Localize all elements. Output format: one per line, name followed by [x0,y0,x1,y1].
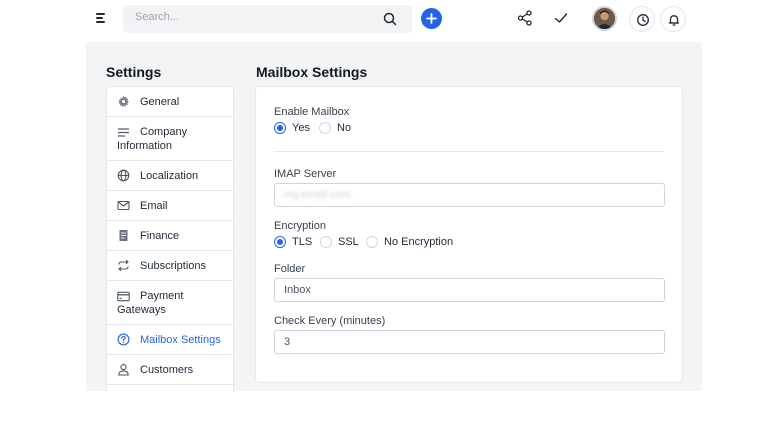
plus-icon [426,13,437,24]
sidebar-item-label-line2: Gateways [117,304,166,316]
sidebar-item-general[interactable]: General [107,87,233,117]
settings-sidebar: General Company Information Localization [106,86,234,392]
folder-label: Folder [274,263,306,275]
sidebar-item-label: Payment [140,290,184,302]
avatar[interactable] [592,6,617,31]
sidebar-item-label: Company [140,126,188,138]
settings-title: Settings [106,64,162,80]
sidebar-item-label: Subscriptions [140,260,207,272]
sidebar-item-payment-gateways[interactable]: Payment Gateways [107,281,233,325]
sidebar-item-label: Customers [140,364,194,376]
sidebar-item-localization[interactable]: Localization [107,161,233,191]
card-icon [117,291,130,302]
radio-label: Yes [292,122,310,134]
radio-label: No [337,122,352,134]
sidebar-item-mailbox-settings[interactable]: Mailbox Settings [107,325,233,355]
sidebar-item-label-line2: Information [117,140,173,152]
avatar-portrait-icon [594,8,615,29]
sidebar-item-finance[interactable]: Finance [107,221,233,251]
globe-icon [117,169,130,182]
sidebar-item-label: Mailbox Settings [140,334,221,346]
sidebar-item-label: Email [140,200,168,212]
lines-icon [118,128,129,137]
check-every-input[interactable]: 3 [274,330,665,354]
sidebar-item-label: Localization [140,170,199,182]
add-button[interactable] [421,8,442,29]
repeat-icon [118,259,129,272]
sidebar-item-email[interactable]: Email [107,191,233,221]
check-icon[interactable] [552,9,570,27]
check-every-label: Check Every (minutes) [274,315,386,327]
search-input[interactable] [135,11,365,23]
sidebar-item-customers[interactable]: Customers [107,355,233,385]
encryption-label: Encryption [274,220,326,232]
divider [274,151,664,152]
main-content: Settings General Company Information Loc… [86,42,702,392]
clock-icon [637,14,649,26]
notifications-button[interactable] [660,6,686,32]
page-title: Mailbox Settings [256,64,368,80]
imap-server-input[interactable]: my.email.com [274,183,665,207]
check-every-value: 3 [284,336,291,348]
imap-server-label: IMAP Server [274,168,337,180]
sidebar-item-company-information[interactable]: Company Information [107,117,233,161]
menu-toggle-icon[interactable] [96,13,106,23]
question-circle-icon [117,333,130,346]
bell-icon [668,15,680,26]
sidebar-item-label: General [140,96,180,108]
history-button[interactable] [629,6,655,32]
mailbox-settings-panel: Enable Mailbox Yes No IMAP Server my.ema… [255,86,683,383]
radio-label: No Encryption [384,236,454,248]
sidebar-item-subscriptions[interactable]: Subscriptions [107,251,233,281]
imap-server-value: my.email.com [284,189,352,201]
folder-input[interactable]: Inbox [274,278,665,302]
search-box[interactable] [123,5,412,33]
radio-label: TLS [292,236,313,248]
mail-icon [117,200,130,211]
radio-label: SSL [338,236,359,248]
enable-mailbox-label: Enable Mailbox [274,106,350,118]
document-icon [119,230,128,241]
folder-value: Inbox [284,284,311,296]
sidebar-item-label: Finance [140,230,180,242]
share-icon[interactable] [516,9,534,27]
user-icon [118,364,129,376]
search-icon[interactable] [382,11,398,27]
gear-icon [118,95,129,107]
top-bar [86,0,702,40]
